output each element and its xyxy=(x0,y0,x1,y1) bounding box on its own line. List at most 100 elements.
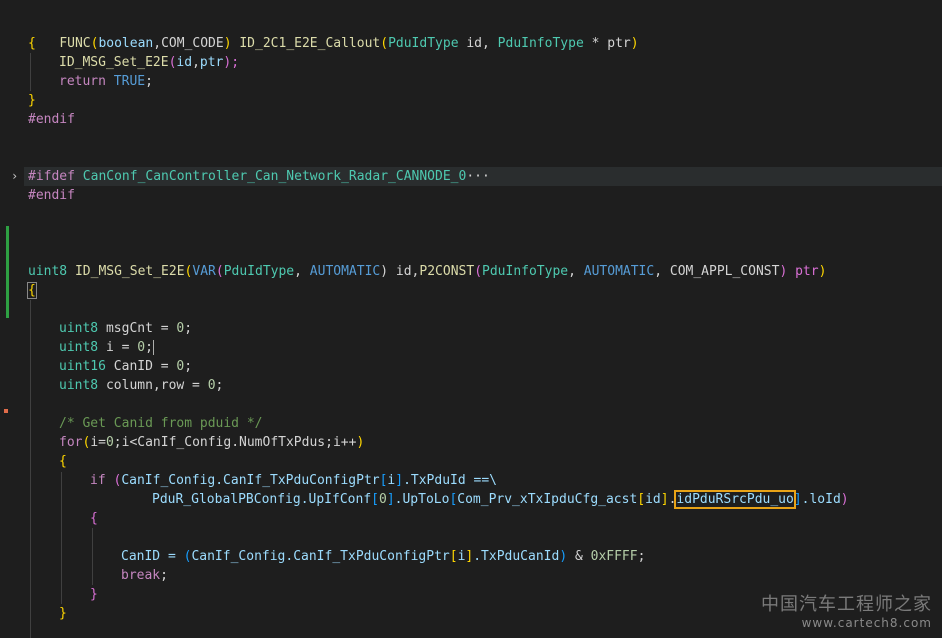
code-line[interactable]: } xyxy=(90,585,98,604)
code-line[interactable]: uint8 ID_MSG_Set_E2E(VAR(PduIdType, AUTO… xyxy=(28,262,826,281)
token: if xyxy=(90,473,106,488)
code-line[interactable]: break; xyxy=(121,566,168,585)
token: , COM_APPL_CONST xyxy=(654,264,780,279)
code-line[interactable]: uint8 msgCnt = 0; xyxy=(59,319,192,338)
code-line[interactable]: return TRUE; xyxy=(59,72,153,91)
token: ; xyxy=(160,568,168,583)
token: ID_2C1_E2E_Callout xyxy=(231,36,381,51)
indent-guide xyxy=(92,528,93,585)
token: FUNC xyxy=(59,36,91,51)
token: { xyxy=(90,511,98,526)
token: #ifdef xyxy=(28,169,75,184)
token: #endif xyxy=(28,112,75,127)
token: uint8 xyxy=(28,264,68,279)
token: ); xyxy=(223,55,240,70)
token: * ptr xyxy=(583,36,631,51)
code-line[interactable]: { xyxy=(90,509,98,528)
token: P2CONST xyxy=(419,264,475,279)
token: ; xyxy=(215,378,224,393)
token: ; xyxy=(184,321,193,336)
token: .loId xyxy=(801,492,841,507)
code-line[interactable]: uint8 i = 0; xyxy=(59,338,154,357)
code-editor[interactable]: FUNC(boolean,COM_CODE) ID_2C1_E2E_Callou… xyxy=(0,0,942,638)
watermark: 中国汽车工程师之家 www.cartech8.com xyxy=(761,590,932,630)
token: 0 xyxy=(378,492,387,507)
code-line[interactable]: /* Get Canid from pduid */ xyxy=(59,414,263,433)
token: uint16 xyxy=(59,359,106,374)
code-line[interactable]: #endif xyxy=(28,110,75,129)
token: ptr xyxy=(199,55,224,70)
code-line[interactable]: PduR_GlobalPBConfig.UpIfConf[0].UpToLo[C… xyxy=(152,490,849,509)
token: id xyxy=(176,55,193,70)
token: , xyxy=(568,264,584,279)
watermark-title: 中国汽车工程师之家 xyxy=(761,594,932,615)
indent-guide xyxy=(30,300,31,638)
change-indicator xyxy=(6,226,9,318)
fold-ellipsis[interactable]: ··· xyxy=(466,169,489,184)
code-line[interactable]: } xyxy=(28,91,36,110)
token: ) ptr xyxy=(779,264,819,279)
token: CanIf_Config.CanIf_TxPduConfigPtr xyxy=(121,473,380,488)
token: ( xyxy=(474,264,483,279)
token: id, xyxy=(458,36,498,51)
token: [ xyxy=(371,492,379,507)
token: ] xyxy=(395,473,404,488)
token: CanID = xyxy=(121,549,184,564)
token: VAR xyxy=(192,264,216,279)
token: TRUE xyxy=(105,74,146,89)
code-line[interactable]: { xyxy=(27,281,37,300)
token: , xyxy=(153,36,162,51)
code-line[interactable]: ID_MSG_Set_E2E(id,ptr); xyxy=(59,53,239,72)
token: 0 xyxy=(105,435,114,450)
token: ] xyxy=(793,492,802,507)
code-line[interactable]: uint8 column,row = 0; xyxy=(59,376,223,395)
token: ; xyxy=(145,340,153,355)
gutter xyxy=(0,0,24,638)
code-line[interactable]: #endif xyxy=(28,186,75,205)
code-line[interactable]: CanID = (CanIf_Config.CanIf_TxPduConfigP… xyxy=(121,547,645,566)
code-line[interactable]: if (CanIf_Config.CanIf_TxPduConfigPtr[i]… xyxy=(90,471,497,490)
token: ] xyxy=(386,492,395,507)
token: id xyxy=(645,492,661,507)
token: /* Get Canid from pduid */ xyxy=(59,416,263,431)
token: column,row = xyxy=(98,378,208,393)
code-line[interactable]: uint16 CanID = 0; xyxy=(59,357,192,376)
token: & xyxy=(567,549,591,564)
token: COM_CODE xyxy=(161,36,224,51)
token: return xyxy=(59,74,106,89)
code-line[interactable]: #ifdef CanConf_CanController_Can_Network… xyxy=(28,167,490,186)
token: { xyxy=(28,36,36,51)
token: ; xyxy=(184,359,193,374)
token: AUTOMATIC xyxy=(309,264,381,279)
fold-chevron-icon[interactable]: › xyxy=(11,167,18,186)
watermark-url: www.cartech8.com xyxy=(801,616,932,630)
token: CanID = xyxy=(105,359,177,374)
token: ) xyxy=(630,36,639,51)
token: PduR_GlobalPBConfig.UpIfConf xyxy=(152,492,372,507)
token: ; xyxy=(637,549,646,564)
text-cursor xyxy=(152,340,154,355)
token: ] xyxy=(660,492,669,507)
token: [ xyxy=(449,549,458,564)
code-line[interactable]: { xyxy=(28,34,36,53)
token: CanIf_Config.CanIf_TxPduConfigPtr xyxy=(191,549,450,564)
token: ( xyxy=(380,36,389,51)
token: i= xyxy=(90,435,106,450)
token: 0 xyxy=(137,340,146,355)
code-line[interactable]: for(i=0;i<CanIf_Config.NumOfTxPdus;i++) xyxy=(59,433,364,452)
token: , xyxy=(294,264,310,279)
code-line[interactable]: } xyxy=(59,604,67,623)
token: .TxPduId ==\ xyxy=(403,473,497,488)
token: ) id, xyxy=(380,264,420,279)
code-line[interactable]: { xyxy=(59,452,67,471)
code-line[interactable]: FUNC (boolean,COM_CODE) ID_2C1_E2E_Callou… xyxy=(28,15,638,51)
token: } xyxy=(59,606,67,621)
token: [ xyxy=(637,492,646,507)
token: ) xyxy=(840,492,849,507)
token: AUTOMATIC xyxy=(583,264,655,279)
token: PduIdType xyxy=(223,264,295,279)
token: PduInfoType xyxy=(482,264,569,279)
token: ( xyxy=(105,473,122,488)
token: , xyxy=(192,55,200,70)
token: ( xyxy=(215,264,224,279)
